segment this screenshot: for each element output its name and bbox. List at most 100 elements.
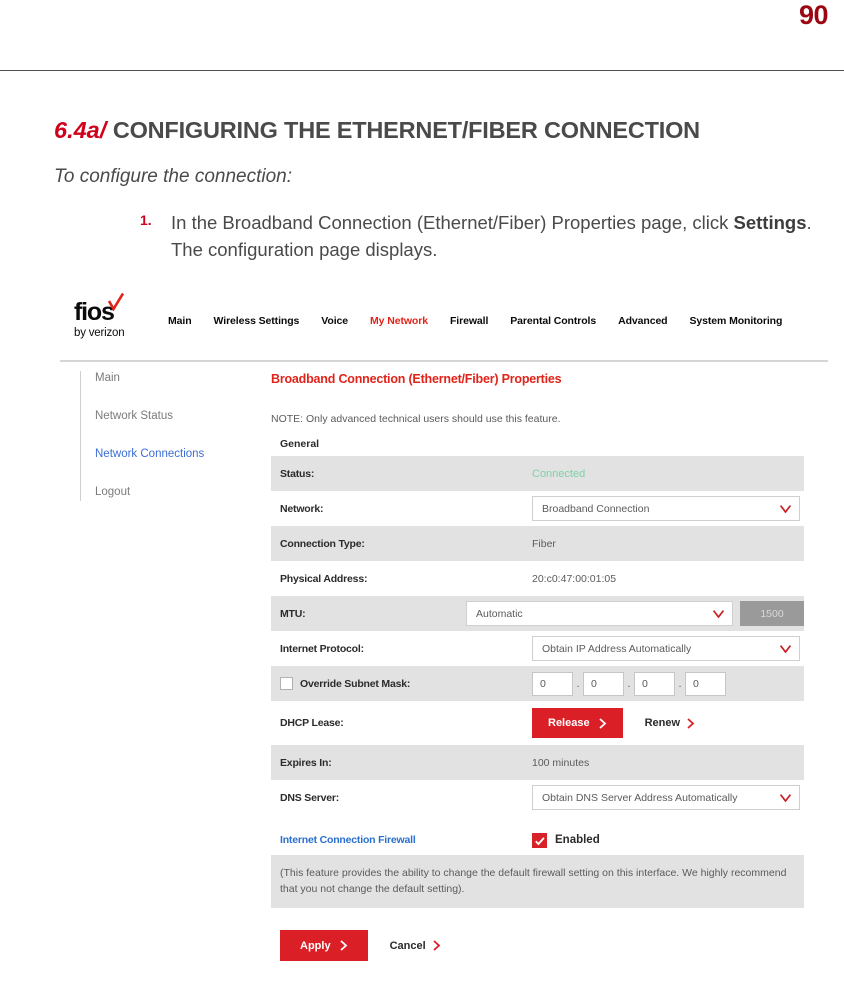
row-mtu: MTU: Automatic 1500 xyxy=(271,596,804,631)
group-label-general: General xyxy=(280,438,320,450)
dns-server-select[interactable]: Obtain DNS Server Address Automatically xyxy=(532,785,800,810)
nav-item-main[interactable]: Main xyxy=(168,315,192,327)
instruction-step: 1. In the Broadband Connection (Ethernet… xyxy=(140,209,840,263)
row-dns-server: DNS Server: Obtain DNS Server Address Au… xyxy=(271,780,804,815)
chevron-right-icon xyxy=(339,940,347,951)
octet-separator: . xyxy=(678,677,682,690)
chevron-down-icon xyxy=(780,793,791,802)
cancel-button-label: Cancel xyxy=(389,939,426,952)
mtu-select[interactable]: Automatic xyxy=(466,601,733,626)
chevron-down-icon xyxy=(780,644,791,653)
sidebar-item-logout[interactable]: Logout xyxy=(95,485,265,499)
row-override-subnet-mask: Override Subnet Mask: 0 . 0 . 0 . 0 xyxy=(271,666,804,701)
subnet-octet-3[interactable]: 0 xyxy=(634,671,675,696)
subnet-octet-1[interactable]: 0 xyxy=(532,671,573,696)
page-number: 90 xyxy=(798,0,829,30)
row-mtu-label: MTU: xyxy=(280,607,306,620)
row-dns-server-label: DNS Server: xyxy=(280,791,340,804)
row-mtu-value: Automatic 1500 xyxy=(466,601,804,626)
octet-separator: . xyxy=(627,677,631,690)
nav-item-advanced[interactable]: Advanced xyxy=(618,315,667,327)
step-text: In the Broadband Connection (Ethernet/Fi… xyxy=(171,209,840,263)
firewall-enabled-checkbox[interactable] xyxy=(532,832,547,848)
row-physical-address: Physical Address: 20:c0:47:00:01:05 xyxy=(271,561,804,596)
cancel-button[interactable]: Cancel xyxy=(390,940,441,952)
chevron-down-icon xyxy=(780,504,791,513)
network-select[interactable]: Broadband Connection xyxy=(532,496,800,521)
row-dhcp-lease-label: DHCP Lease: xyxy=(280,717,344,729)
nav-item-system-monitoring[interactable]: System Monitoring xyxy=(690,315,783,327)
row-expires-in: Expires In: 100 minutes xyxy=(271,745,804,780)
override-subnet-mask-checkbox[interactable] xyxy=(280,677,293,690)
renew-button[interactable]: Renew xyxy=(645,717,695,729)
chevron-right-icon xyxy=(433,940,440,951)
firewall-enabled-label: Enabled xyxy=(555,834,600,846)
row-connection-type: Connection Type: Fiber xyxy=(271,526,804,561)
fios-logo: fios by verizon xyxy=(74,293,160,340)
row-override-subnet-mask-label: Override Subnet Mask: xyxy=(280,677,532,690)
router-nav: Main Wireless Settings Voice My Network … xyxy=(168,315,782,327)
check-icon xyxy=(535,836,545,845)
row-dns-server-value: Obtain DNS Server Address Automatically xyxy=(532,785,804,810)
sidebar-item-network-connections[interactable]: Network Connections xyxy=(95,447,265,461)
mtu-size-input[interactable]: 1500 xyxy=(740,601,804,626)
status-badge: Connected xyxy=(532,467,586,480)
row-physical-address-label: Physical Address: xyxy=(280,572,368,585)
page-title: 6.4a/ CONFIGURING THE ETHERNET/FIBER CON… xyxy=(54,116,844,144)
row-internet-connection-firewall: Internet Connection Firewall Enabled xyxy=(271,825,811,855)
row-physical-address-value: 20:c0:47:00:01:05 xyxy=(532,572,617,585)
section-number: 6.4a/ xyxy=(54,117,107,143)
row-status: Status: Connected xyxy=(271,456,804,491)
row-internet-protocol-value: Obtain IP Address Automatically xyxy=(532,636,804,661)
row-connection-type-label: Connection Type: xyxy=(280,537,365,550)
section-subhead: To configure the connection: xyxy=(54,166,293,187)
row-network-value: Broadband Connection xyxy=(532,496,804,521)
checkmark-icon xyxy=(107,293,124,311)
router-admin-screenshot: fios by verizon Main Wireless Settings V… xyxy=(60,293,828,995)
header-divider xyxy=(0,70,844,71)
sidebar-item-main[interactable]: Main xyxy=(95,371,265,385)
subnet-octet-group: 0 . 0 . 0 . 0 xyxy=(532,671,726,696)
nav-item-parental-controls[interactable]: Parental Controls xyxy=(510,315,596,327)
network-select-value: Broadband Connection xyxy=(542,502,650,515)
row-status-value: Connected xyxy=(532,468,804,480)
row-network-label: Network: xyxy=(280,502,324,515)
properties-table: Status: Connected Network: Broadband Con… xyxy=(271,456,804,815)
dns-server-select-value: Obtain DNS Server Address Automatically xyxy=(542,791,738,804)
internet-connection-firewall-link[interactable]: Internet Connection Firewall xyxy=(280,834,532,846)
renew-button-label: Renew xyxy=(644,717,681,729)
apply-button[interactable]: Apply xyxy=(280,930,368,961)
step-text-before: In the Broadband Connection (Ethernet/Fi… xyxy=(171,212,734,233)
form-actions: Apply Cancel xyxy=(271,930,811,961)
internet-protocol-select[interactable]: Obtain IP Address Automatically xyxy=(532,636,800,661)
nav-divider xyxy=(60,360,828,362)
override-subnet-mask-text: Override Subnet Mask: xyxy=(300,677,411,690)
panel-note: NOTE: Only advanced technical users shou… xyxy=(271,413,561,425)
mtu-select-value: Automatic xyxy=(476,607,523,620)
row-connection-type-value: Fiber xyxy=(532,537,556,550)
step-emphasis: Settings xyxy=(733,212,807,233)
row-expires-in-value: 100 minutes xyxy=(532,756,590,769)
row-dhcp-lease-value: Release Renew xyxy=(532,708,804,738)
row-override-subnet-mask-value: 0 . 0 . 0 . 0 xyxy=(532,671,804,696)
subnet-octet-4[interactable]: 0 xyxy=(685,671,726,696)
nav-item-firewall[interactable]: Firewall xyxy=(450,315,488,327)
nav-item-wireless-settings[interactable]: Wireless Settings xyxy=(214,315,300,327)
chevron-right-icon xyxy=(687,717,695,729)
octet-separator: . xyxy=(576,677,580,690)
fios-wordmark: fios xyxy=(74,293,124,325)
router-topbar: fios by verizon Main Wireless Settings V… xyxy=(60,293,828,362)
panel-title: Broadband Connection (Ethernet/Fiber) Pr… xyxy=(271,372,562,386)
firewall-enabled-group: Enabled xyxy=(532,832,600,848)
firewall-note: (This feature provides the ability to ch… xyxy=(271,855,804,908)
subnet-octet-2[interactable]: 0 xyxy=(583,671,624,696)
apply-button-label: Apply xyxy=(300,939,331,952)
row-internet-protocol: Internet Protocol: Obtain IP Address Aut… xyxy=(271,631,804,666)
row-expires-in-label: Expires In: xyxy=(280,756,332,769)
sidebar-item-network-status[interactable]: Network Status xyxy=(95,409,265,423)
chevron-down-icon xyxy=(713,609,724,618)
nav-item-my-network[interactable]: My Network xyxy=(370,315,428,327)
release-button[interactable]: Release xyxy=(532,708,623,738)
nav-item-voice[interactable]: Voice xyxy=(321,315,348,327)
internet-protocol-select-value: Obtain IP Address Automatically xyxy=(542,642,692,655)
